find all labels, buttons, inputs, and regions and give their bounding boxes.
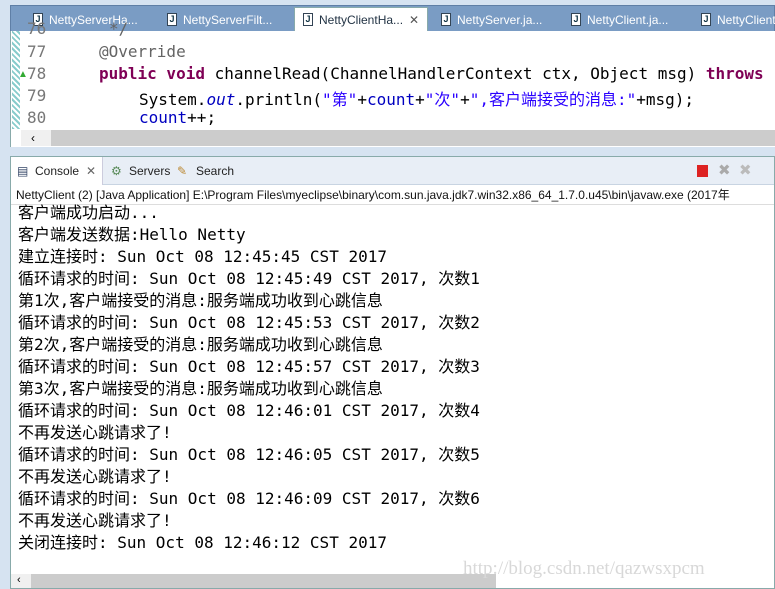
console-line: 客户端发送数据:Hello Netty [18, 225, 246, 244]
console-line: 循环请求的时间: Sun Oct 08 12:46:09 CST 2017, 次… [18, 489, 480, 508]
servers-icon: ⚙ [111, 164, 122, 178]
console-line: 不再发送心跳请求了! [18, 511, 172, 530]
code-line: */ [109, 19, 129, 38]
close-icon[interactable]: ✕ [409, 8, 419, 32]
horizontal-scrollbar[interactable]: ‹ [11, 574, 496, 588]
change-ruler [12, 31, 20, 129]
java-file-icon: J [167, 13, 177, 26]
search-icon: ✎ [177, 164, 188, 178]
tab-nettyclienthandler[interactable]: J NettyClientHa... ✕ [294, 7, 428, 32]
console-output[interactable]: 客户端成功启动... 客户端发送数据:Hello Netty 建立连接时: Sun … [18, 202, 480, 554]
java-file-icon: J [303, 13, 313, 26]
scroll-left-icon[interactable]: ‹ [11, 574, 31, 588]
console-line: 不再发送心跳请求了! [18, 423, 172, 442]
remove-all-icon[interactable]: ✖ [739, 161, 752, 179]
tab-nettyclient-2[interactable]: J NettyClient [693, 8, 775, 32]
console-line: 第3次,客户端接受的消息:服务端成功收到心跳信息 [18, 379, 383, 398]
code-line: System.out.println("第"+count+"次"+",客户端接受… [139, 90, 695, 109]
console-line: 第2次,客户端接受的消息:服务端成功收到心跳信息 [18, 335, 383, 354]
scroll-left-icon[interactable]: ‹ [21, 130, 51, 146]
console-view: ▤ Console ✕ ⚙ Servers ✎ Search ✖ ✖ NettyClie… [10, 156, 775, 589]
line-number: 76 [27, 19, 47, 38]
code-line: count++; [139, 108, 217, 127]
console-line: 第1次,客户端接受的消息:服务端成功收到心跳信息 [18, 291, 383, 310]
watermark: http://blog.csdn.net/qazwsxpcm [463, 558, 705, 579]
tab-servers[interactable]: ⚙ Servers [111, 157, 170, 185]
code-line: @Override [99, 42, 186, 61]
code-line: public void channelRead(ChannelHandlerCo… [99, 64, 764, 83]
line-number: 78 [27, 64, 47, 83]
java-file-icon: J [571, 13, 581, 26]
line-number: 79 [27, 86, 47, 105]
console-line: 循环请求的时间: Sun Oct 08 12:46:05 CST 2017, 次… [18, 445, 480, 464]
console-line: 循环请求的时间: Sun Oct 08 12:45:49 CST 2017, 次… [18, 269, 480, 288]
console-line: 建立连接时: Sun Oct 08 12:45:45 CST 2017 [18, 247, 387, 266]
override-marker-icon: ▲ [18, 69, 28, 80]
tab-nettyclient[interactable]: J NettyClient.ja... [563, 8, 668, 32]
remove-launch-icon[interactable]: ✖ [718, 161, 731, 179]
java-file-icon: J [441, 13, 451, 26]
tab-search[interactable]: ✎ Search [177, 157, 234, 185]
console-line: 循环请求的时间: Sun Oct 08 12:45:53 CST 2017, 次… [18, 313, 480, 332]
console-line: 关闭连接时: Sun Oct 08 12:46:12 CST 2017 [18, 533, 387, 552]
console-line: 循环请求的时间: Sun Oct 08 12:46:01 CST 2017, 次… [18, 401, 480, 420]
line-number: 80 [27, 108, 47, 127]
line-number: 77 [27, 42, 47, 61]
close-icon[interactable]: ✕ [86, 157, 96, 185]
console-line: 客户端成功启动... [18, 203, 159, 222]
horizontal-scrollbar[interactable]: ‹ [21, 130, 775, 146]
java-file-icon: J [701, 13, 711, 26]
console-tab-bar: ▤ Console ✕ ⚙ Servers ✎ Search ✖ ✖ [11, 157, 774, 185]
console-line: 不再发送心跳请求了! [18, 467, 172, 486]
tab-console[interactable]: ▤ Console ✕ [11, 157, 103, 185]
terminate-icon[interactable] [697, 165, 708, 177]
tab-nettyserverfilter[interactable]: J NettyServerFilt... [159, 8, 272, 32]
console-icon: ▤ [17, 164, 29, 178]
console-line: 循环请求的时间: Sun Oct 08 12:45:57 CST 2017, 次… [18, 357, 480, 376]
tab-nettyserver[interactable]: J NettyServer.ja... [433, 8, 542, 32]
code-editor[interactable]: 76 77 78 79 80 ▲ */ @Override public voi… [10, 19, 775, 147]
